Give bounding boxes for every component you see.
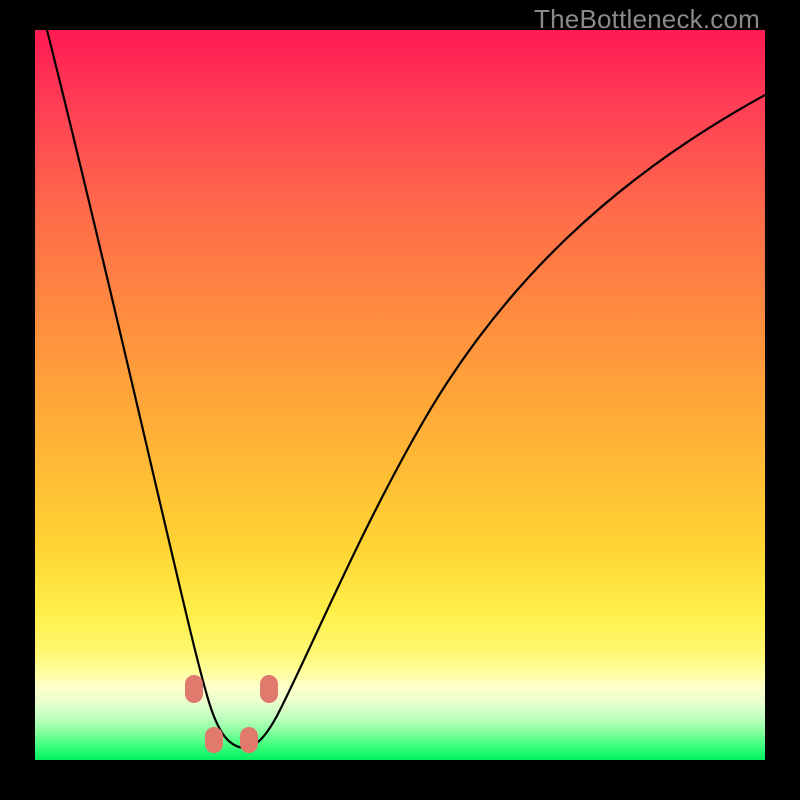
- bottleneck-curve: [47, 30, 765, 748]
- curve-marker: [185, 675, 203, 703]
- chart-plot-area: [35, 30, 765, 760]
- curve-marker: [260, 675, 278, 703]
- curve-marker: [240, 727, 258, 753]
- curve-marker: [205, 727, 223, 753]
- bottleneck-curve-svg: [35, 30, 765, 760]
